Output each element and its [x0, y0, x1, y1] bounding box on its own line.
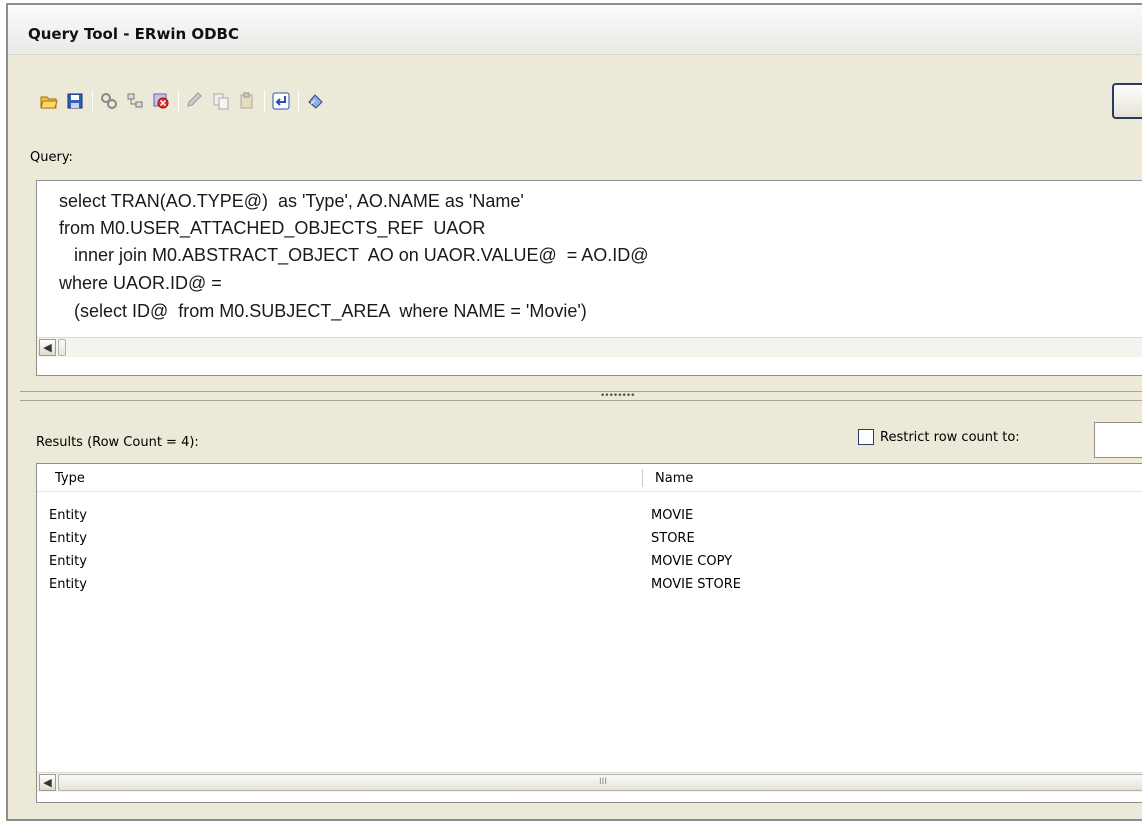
pane-splitter[interactable]: •••••••• — [20, 391, 1142, 401]
row-count-input[interactable] — [1094, 422, 1142, 458]
scroll-thumb[interactable]: III — [58, 774, 1142, 791]
cell-name: MOVIE COPY — [651, 554, 733, 569]
query-tool-window: Query Tool - ERwin ODBC Query: select TR… — [6, 3, 1142, 821]
scroll-left-icon[interactable]: ◀ — [39, 774, 56, 791]
title-bar: Query Tool - ERwin ODBC — [8, 5, 1142, 55]
sql-line: select TRAN(AO.TYPE@) as 'Type', AO.NAME… — [59, 191, 524, 211]
cell-name: MOVIE STORE — [651, 577, 741, 592]
query-editor[interactable]: select TRAN(AO.TYPE@) as 'Type', AO.NAME… — [36, 180, 1142, 376]
edit-icon[interactable] — [184, 90, 206, 112]
restrict-label: Restrict row count to: — [880, 429, 1020, 445]
sql-line: (select ID@ from M0.SUBJECT_AREA where N… — [59, 301, 587, 321]
restrict-row-count[interactable]: Restrict row count to: — [858, 429, 1020, 445]
execute-icon[interactable] — [270, 90, 292, 112]
sql-line: from M0.USER_ATTACHED_OBJECTS_REF UAOR — [59, 218, 486, 238]
sql-line: where UAOR.ID@ = — [59, 273, 222, 293]
scroll-left-icon[interactable]: ◀ — [39, 339, 56, 356]
table-row[interactable]: Entity STORE — [37, 529, 1142, 552]
toolbar-separator — [92, 90, 93, 112]
copy-icon[interactable] — [210, 90, 232, 112]
paste-icon[interactable] — [236, 90, 258, 112]
column-header-name[interactable]: Name — [655, 471, 693, 486]
results-horizontal-scrollbar[interactable]: ◀ III — [37, 772, 1142, 792]
results-grid[interactable]: Type Name Entity MOVIE Entity STORE Enti… — [36, 463, 1142, 803]
cell-name: MOVIE — [651, 508, 694, 523]
toolbar — [38, 87, 330, 115]
clear-icon[interactable] — [304, 90, 326, 112]
restrict-checkbox[interactable] — [858, 429, 874, 445]
open-icon[interactable] — [38, 90, 60, 112]
table-row[interactable]: Entity MOVIE STORE — [37, 575, 1142, 598]
connect-icon[interactable] — [98, 90, 120, 112]
tree-icon[interactable] — [124, 90, 146, 112]
window-title: Query Tool - ERwin ODBC — [28, 25, 240, 43]
save-icon[interactable] — [64, 90, 86, 112]
query-horizontal-scrollbar[interactable]: ◀ — [37, 337, 1142, 357]
toolbar-separator — [298, 90, 299, 112]
query-label: Query: — [30, 150, 73, 165]
toolbar-separator — [178, 90, 179, 112]
cell-type: Entity — [49, 508, 87, 523]
splitter-grip-icon: •••••••• — [600, 391, 635, 401]
table-row[interactable]: Entity MOVIE COPY — [37, 552, 1142, 575]
cell-name: STORE — [651, 531, 695, 546]
disconnect-icon[interactable] — [150, 90, 172, 112]
column-divider[interactable] — [642, 469, 643, 487]
results-label: Results (Row Count = 4): — [36, 435, 199, 450]
grid-header: Type Name — [37, 464, 1142, 492]
cell-type: Entity — [49, 531, 87, 546]
top-right-button[interactable] — [1112, 83, 1142, 119]
sql-line: inner join M0.ABSTRACT_OBJECT AO on UAOR… — [59, 245, 649, 265]
cell-type: Entity — [49, 577, 87, 592]
column-header-type[interactable]: Type — [55, 471, 85, 486]
toolbar-separator — [264, 90, 265, 112]
table-row[interactable]: Entity MOVIE — [37, 506, 1142, 529]
cell-type: Entity — [49, 554, 87, 569]
scroll-thumb[interactable] — [58, 339, 66, 356]
